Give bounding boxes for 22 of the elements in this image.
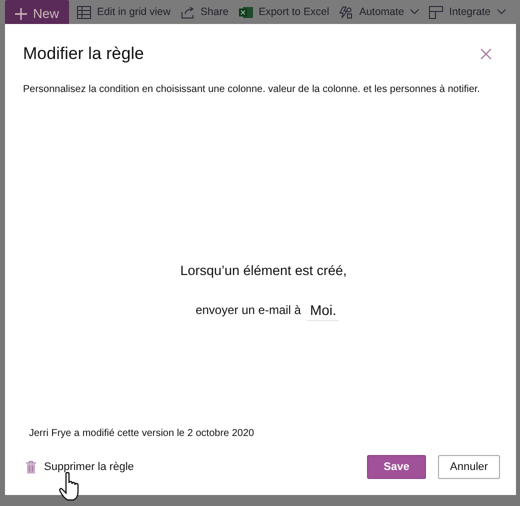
share-icon [180, 6, 195, 18]
save-button[interactable]: Save [367, 455, 426, 479]
toolbar-button[interactable]: Automate [337, 0, 422, 24]
toolbar-button[interactable]: Integrate [427, 0, 508, 24]
automate-icon [339, 6, 354, 18]
dialog-description: Personnalisez la condition en choisissant une colonne. valeur de la colonne. et les personnes à notifier. [23, 84, 481, 95]
close-icon[interactable] [478, 46, 494, 62]
plus-icon [15, 8, 27, 20]
cancel-button[interactable]: Annuler [438, 455, 500, 479]
delete-rule-link[interactable]: Supprimer la règle [26, 460, 134, 474]
trash-icon [26, 460, 36, 474]
action-text: envoyer un e-mail à [196, 303, 301, 317]
integrate-icon [429, 6, 444, 18]
toolbar-button[interactable]: Share [178, 0, 231, 24]
grid-icon [77, 6, 92, 18]
new-button[interactable]: New [5, 0, 70, 24]
spreadsheet-icon [238, 6, 253, 18]
dialog-title: Modifier la règle [23, 44, 144, 64]
modified-note: Jerri Frye a modifié cette version le 2 octobre 2020 [29, 428, 256, 439]
condition-text: Lorsqu’un élément est créé, [180, 262, 347, 278]
toolbar-button[interactable]: Edit in grid view [75, 0, 173, 24]
toolbar-button[interactable]: Export to Excel [236, 0, 332, 24]
